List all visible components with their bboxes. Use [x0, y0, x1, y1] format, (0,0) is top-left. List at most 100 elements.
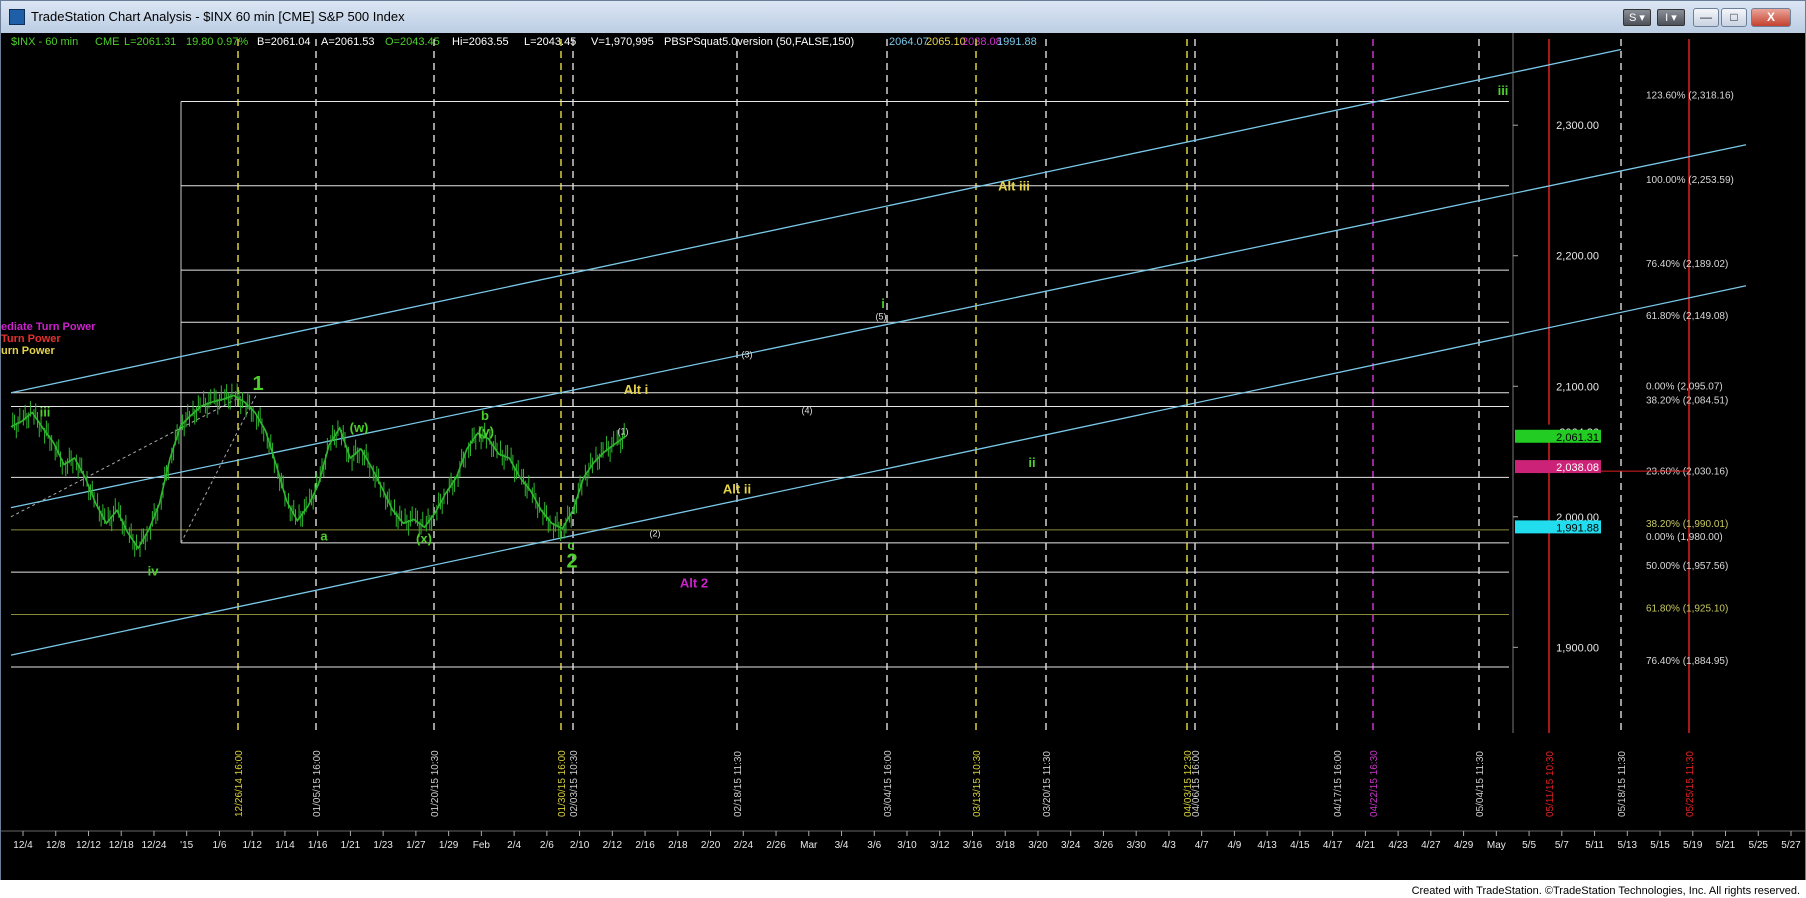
x-tick-label: 3/24: [1061, 840, 1081, 851]
x-tick-label: Feb: [473, 840, 491, 851]
wave-label: ii: [1028, 455, 1035, 470]
x-tick-label: 3/26: [1094, 840, 1114, 851]
tradestation-app-icon: [9, 9, 25, 25]
s-menu-button[interactable]: S ▾: [1623, 9, 1651, 26]
header-indicator: PBSPSquat5.0version (50,FALSE,150): [664, 36, 854, 48]
x-tick-label: 2/24: [734, 840, 754, 851]
header-exchange: CME: [95, 36, 119, 48]
x-tick-label: 2/26: [766, 840, 786, 851]
fibonacci-levels: 123.60% (2,318.16) 100.00% (2,253.59) 76.4…: [11, 91, 1734, 668]
x-tick-label: 4/29: [1454, 840, 1474, 851]
date-line-label: 05/18/15 11:30: [1617, 751, 1628, 817]
wave-label: (w): [350, 420, 369, 435]
header-open: O=2043.45: [385, 36, 440, 48]
x-tick-label: 5/21: [1716, 840, 1736, 851]
wave-label: b: [481, 408, 489, 423]
price-chart[interactable]: $INX - 60 min CME L=2061.31 19.80 0.97% …: [1, 33, 1805, 880]
price-marker-label: 1,991.88: [1556, 522, 1599, 534]
x-tick-label: 3/4: [835, 840, 849, 851]
date-line-label: 01/20/15 10:30: [430, 750, 441, 817]
x-tick-label: 3/12: [930, 840, 950, 851]
x-tick-label: 1/14: [275, 840, 295, 851]
wave-label: 2: [566, 551, 577, 573]
legend-item: ediate Turn Power: [1, 321, 96, 333]
wave-label: iv: [148, 564, 160, 579]
date-line-label: 03/04/15 16:00: [883, 750, 894, 817]
legend-item: Turn Power: [1, 333, 61, 345]
title-bar[interactable]: TradeStation Chart Analysis - $INX 60 mi…: [1, 1, 1805, 34]
wave-label: (4): [802, 406, 813, 416]
header-symbol: $INX - 60 min: [11, 36, 78, 48]
x-tick-label: 5/13: [1618, 840, 1638, 851]
x-tick-label: 2/16: [635, 840, 655, 851]
x-tick-label: May: [1487, 840, 1506, 851]
date-line-label: 05/04/15 11:30: [1475, 751, 1486, 817]
time-axis: 12/4 12/8 12/12 12/18 12/24 '15 1/6 1/12 1/14 1/1…: [1, 830, 1805, 851]
x-tick-label: 2/20: [701, 840, 721, 851]
wave-label: (5): [876, 312, 887, 322]
x-tick-label: 5/11: [1585, 840, 1604, 851]
x-tick-label: 4/13: [1257, 840, 1277, 851]
price-bars: [10, 383, 627, 558]
wave-label: (2): [650, 528, 661, 538]
wave-label: Alt 2: [680, 575, 708, 590]
x-tick-label: 1/29: [439, 840, 459, 851]
wave-label: i: [881, 296, 885, 311]
x-tick-label: 4/7: [1195, 840, 1209, 851]
legend-item: urn Power: [1, 345, 56, 357]
date-line-label: 12/26/14 16:00: [234, 750, 245, 817]
wave-label: 1: [252, 373, 263, 395]
fib-level-label: 100.00% (2,253.59): [1646, 175, 1734, 186]
x-tick-label: 4/23: [1388, 840, 1408, 851]
wave-annotations: iiiiv1a(w)(x)(y)bc2(1)(2)(3)(4)(5)Alt iA…: [40, 83, 1509, 590]
wave-label: Alt ii: [723, 481, 751, 496]
header-ind-v4: 1991.88: [997, 36, 1037, 48]
wave-label: Alt iii: [998, 178, 1030, 193]
fib-level-label: 23.60% (2,030.16): [1646, 466, 1728, 477]
close-button[interactable]: X: [1751, 8, 1791, 27]
x-tick-label: 5/25: [1749, 840, 1769, 851]
x-tick-label: 12/4: [13, 840, 33, 851]
header-ind-v2: 2065.10: [926, 36, 966, 48]
date-line-label: 04/22/15 16:30: [1369, 750, 1380, 817]
x-tick-label: 12/18: [109, 840, 134, 851]
y-tick-label: 2,100.00: [1556, 381, 1599, 393]
legend-left: ediate Turn Power Turn Power urn Power: [1, 321, 96, 357]
x-tick-label: 1/6: [212, 840, 226, 851]
date-line-label: 02/18/15 11:30: [733, 751, 744, 817]
header-change: 19.80: [186, 36, 214, 48]
chart-area[interactable]: $INX - 60 min CME L=2061.31 19.80 0.97% …: [1, 33, 1805, 880]
window-title: TradeStation Chart Analysis - $INX 60 mi…: [31, 9, 405, 24]
x-tick-label: 2/18: [668, 840, 688, 851]
fib-level-label: 0.00% (2,095.07): [1646, 382, 1723, 393]
price-marker-label: 2,038.08: [1556, 462, 1599, 474]
wave-label: iii: [1498, 83, 1509, 98]
x-tick-label: 3/18: [995, 840, 1015, 851]
y-tick-label: 1,900.00: [1556, 642, 1599, 654]
fib-level-label: 76.40% (2,189.02): [1646, 259, 1728, 270]
i-menu-button[interactable]: I ▾: [1657, 9, 1685, 26]
x-tick-label: 1/12: [242, 840, 262, 851]
maximize-button[interactable]: □: [1721, 8, 1747, 27]
minimize-button[interactable]: —: [1693, 8, 1719, 27]
date-line-label: 01/05/15 16:00: [312, 750, 323, 817]
price-axis: 1,900.002,000.002,100.002,200.002,300.00…: [1512, 33, 1602, 733]
fib-level-label: 76.40% (1,884.95): [1646, 656, 1728, 667]
fib-level-label: 0.00% (1,980.00): [1646, 532, 1723, 543]
fib-level-label: 61.80% (2,149.08): [1646, 311, 1728, 322]
date-lines: 12/26/14 16:00 01/05/15 16:00 01/20/15 10:…: [234, 39, 1696, 817]
header-high: Hi=2063.55: [452, 36, 509, 48]
x-tick-label: '15: [180, 840, 193, 851]
header-low: L=2043.45: [524, 36, 576, 48]
x-tick-label: 4/15: [1290, 840, 1310, 851]
x-tick-label: 5/7: [1555, 840, 1569, 851]
header-bid: B=2061.04: [257, 36, 311, 48]
header-last: L=2061.31: [124, 36, 176, 48]
x-tick-label: 12/24: [141, 840, 166, 851]
x-tick-label: 5/19: [1683, 840, 1703, 851]
x-tick-label: 3/6: [867, 840, 881, 851]
header-pct: 0.97%: [217, 36, 248, 48]
x-tick-label: 4/27: [1421, 840, 1441, 851]
x-tick-label: 1/16: [308, 840, 328, 851]
wave-label: (y): [478, 424, 494, 439]
